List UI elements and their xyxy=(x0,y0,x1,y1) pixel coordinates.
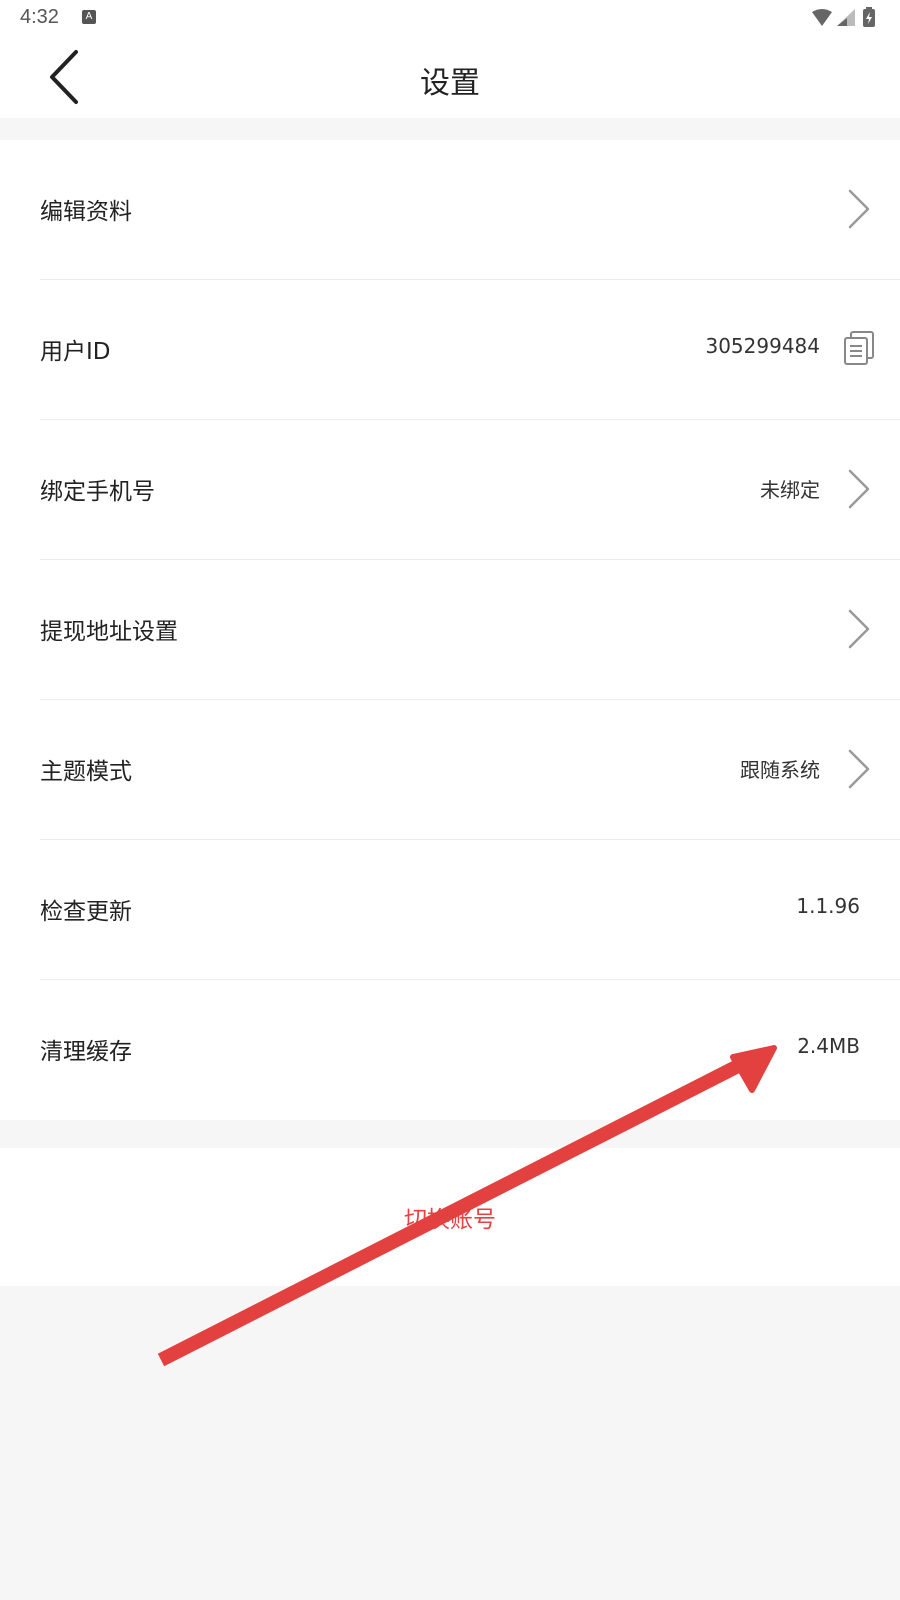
settings-list: 编辑资料 用户ID 305299484 绑定手机号 未绑定 提现地址设置 主题模… xyxy=(0,140,900,1120)
settings-row-withdraw-address[interactable]: 提现地址设置 xyxy=(0,560,900,700)
settings-row-check-update[interactable]: 检查更新 1.1.96 xyxy=(0,840,900,980)
status-bar: 4:32 A xyxy=(0,0,900,36)
row-label: 用户ID xyxy=(40,339,111,365)
signal-icon xyxy=(837,9,855,26)
copy-icon[interactable] xyxy=(842,330,876,366)
wifi-icon xyxy=(812,9,832,26)
status-icons xyxy=(810,7,882,29)
switch-account-button[interactable]: 切换账号 xyxy=(0,1200,900,1234)
version-value: 1.1.96 xyxy=(796,894,860,918)
chevron-right-icon xyxy=(848,749,870,789)
section-gap xyxy=(0,118,900,140)
status-time: 4:32 xyxy=(20,6,59,28)
row-label: 编辑资料 xyxy=(40,199,132,225)
row-label: 清理缓存 xyxy=(40,1039,132,1065)
theme-mode-value: 跟随系统 xyxy=(740,758,820,782)
user-id-value: 305299484 xyxy=(705,334,820,358)
settings-row-bind-phone[interactable]: 绑定手机号 未绑定 xyxy=(0,420,900,560)
settings-row-user-id: 用户ID 305299484 xyxy=(0,280,900,420)
switch-account-panel: 切换账号 xyxy=(0,1148,900,1286)
app-header: 设置 xyxy=(0,36,900,118)
a-icon: A xyxy=(82,10,96,24)
row-label: 检查更新 xyxy=(40,899,132,925)
row-label: 绑定手机号 xyxy=(40,479,155,505)
phone-binding-status: 未绑定 xyxy=(760,478,820,502)
settings-row-theme-mode[interactable]: 主题模式 跟随系统 xyxy=(0,700,900,840)
row-label: 提现地址设置 xyxy=(40,619,178,645)
chevron-right-icon xyxy=(848,469,870,509)
settings-row-clear-cache[interactable]: 清理缓存 2.4MB xyxy=(0,980,900,1120)
battery-charging-icon xyxy=(863,7,875,27)
chevron-right-icon xyxy=(848,189,870,229)
row-label: 主题模式 xyxy=(40,759,132,785)
page-title: 设置 xyxy=(420,66,480,101)
cache-size-value: 2.4MB xyxy=(797,1034,860,1058)
chevron-right-icon xyxy=(848,609,870,649)
settings-row-edit-profile[interactable]: 编辑资料 xyxy=(0,140,900,280)
